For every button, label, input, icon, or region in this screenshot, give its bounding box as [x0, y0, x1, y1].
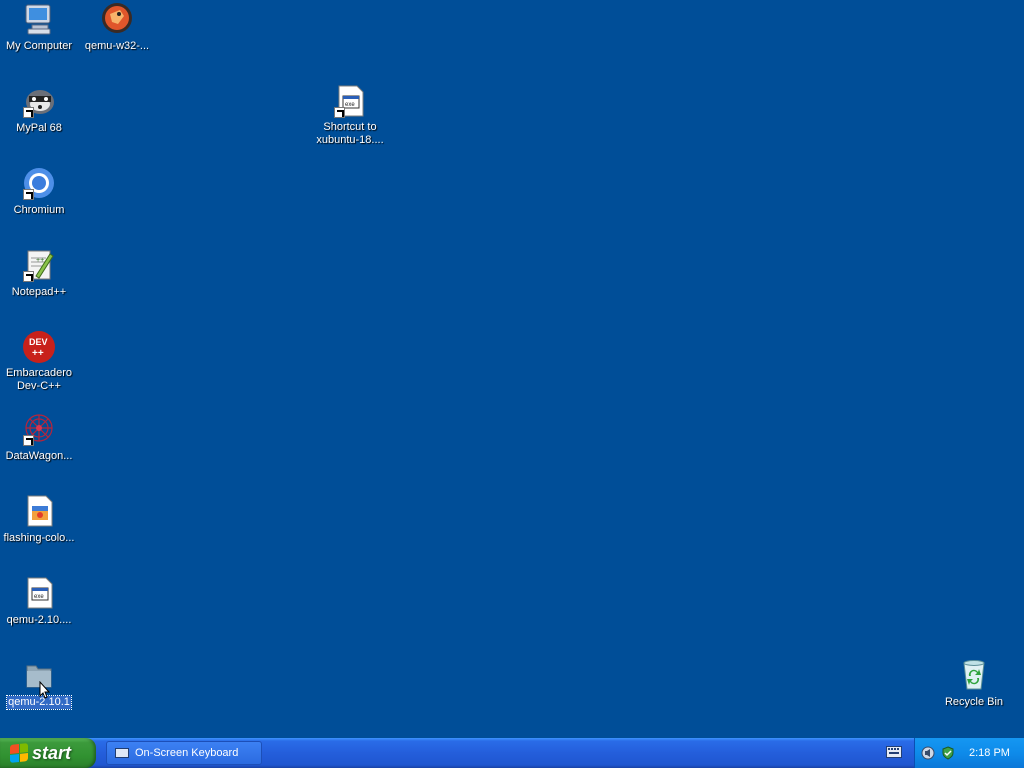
devcpp-icon: DEV ++ [22, 330, 56, 364]
desktop-icon-label: Embarcadero Dev-C++ [5, 367, 73, 392]
desktop-icon-qemu-exe[interactable]: exe qemu-2.10.... [1, 576, 77, 628]
notepadpp-icon: ++ [22, 248, 56, 282]
desktop-icon-label: flashing-colo... [3, 532, 75, 544]
my-computer-icon [22, 2, 56, 36]
desktop-icon-chromium[interactable]: Chromium [1, 166, 77, 218]
desktop-icon-datawagon[interactable]: DataWagon... [1, 412, 77, 464]
taskbar: start On-Screen Keyboard 2:18 PM [0, 738, 1024, 768]
qemu-icon [100, 2, 134, 36]
desktop-icon-label: Shortcut to xubuntu-18.... [316, 121, 384, 146]
keyboard-icon [115, 748, 129, 758]
desktop-icon-label: Recycle Bin [944, 696, 1004, 708]
svg-text:exe: exe [345, 102, 355, 108]
desktop-icon-flashing-colors[interactable]: flashing-colo... [1, 494, 77, 546]
desktop-icon-label: DataWagon... [5, 450, 73, 462]
desktop-icon-devcpp[interactable]: DEV ++ Embarcadero Dev-C++ [1, 330, 77, 394]
desktop-icon-notepadpp[interactable]: ++ Notepad++ [1, 248, 77, 300]
windows-logo-icon [10, 743, 28, 763]
desktop-icon-mypal[interactable]: MyPal 68 [1, 84, 77, 136]
mouse-cursor-icon [39, 681, 51, 699]
shortcut-arrow-icon [23, 189, 34, 200]
taskbar-button-on-screen-keyboard[interactable]: On-Screen Keyboard [106, 741, 262, 765]
svg-text:++: ++ [36, 257, 44, 264]
desktop-icon-recycle-bin[interactable]: Recycle Bin [936, 658, 1012, 710]
desktop-icon-my-computer[interactable]: My Computer [1, 2, 77, 54]
taskbar-button-label: On-Screen Keyboard [135, 747, 239, 759]
desktop-icon-label: My Computer [5, 40, 73, 52]
shortcut-arrow-icon [334, 107, 345, 118]
svg-text:DEV: DEV [29, 337, 48, 347]
clock[interactable]: 2:18 PM [969, 747, 1010, 759]
start-label: start [32, 742, 72, 763]
security-shield-icon[interactable] [941, 746, 955, 760]
shortcut-arrow-icon [23, 107, 34, 118]
start-button[interactable]: start [0, 738, 96, 768]
application-window-icon: exe [22, 576, 56, 610]
desktop-icon-label: Notepad++ [11, 286, 67, 298]
shortcut-arrow-icon [23, 435, 34, 446]
desktop-icon-label: qemu-2.10.... [6, 614, 72, 626]
desktop-icon-label: Chromium [13, 204, 65, 216]
recycle-bin-icon [957, 658, 991, 692]
desktop-icon-qemu-w32[interactable]: qemu-w32-... [79, 2, 155, 54]
datawagon-icon [22, 412, 56, 446]
svg-text:++: ++ [32, 348, 44, 359]
desktop-icon-label: qemu-w32-... [84, 40, 150, 52]
keyboard-layout-icon[interactable] [886, 746, 902, 758]
image-file-icon [22, 494, 56, 528]
desktop-icon-label: MyPal 68 [16, 122, 62, 134]
svg-text:exe: exe [34, 594, 44, 600]
mypal-icon [22, 84, 56, 118]
application-window-icon: exe [333, 84, 367, 118]
shortcut-arrow-icon [23, 271, 34, 282]
system-tray: 2:18 PM [914, 738, 1024, 768]
speaker-icon[interactable] [921, 746, 935, 760]
desktop: My Computer qemu-w32-... MyPal 68 exe Sh… [0, 0, 1024, 738]
desktop-icon-shortcut-xubuntu[interactable]: exe Shortcut to xubuntu-18.... [312, 84, 388, 148]
chromium-icon [22, 166, 56, 200]
